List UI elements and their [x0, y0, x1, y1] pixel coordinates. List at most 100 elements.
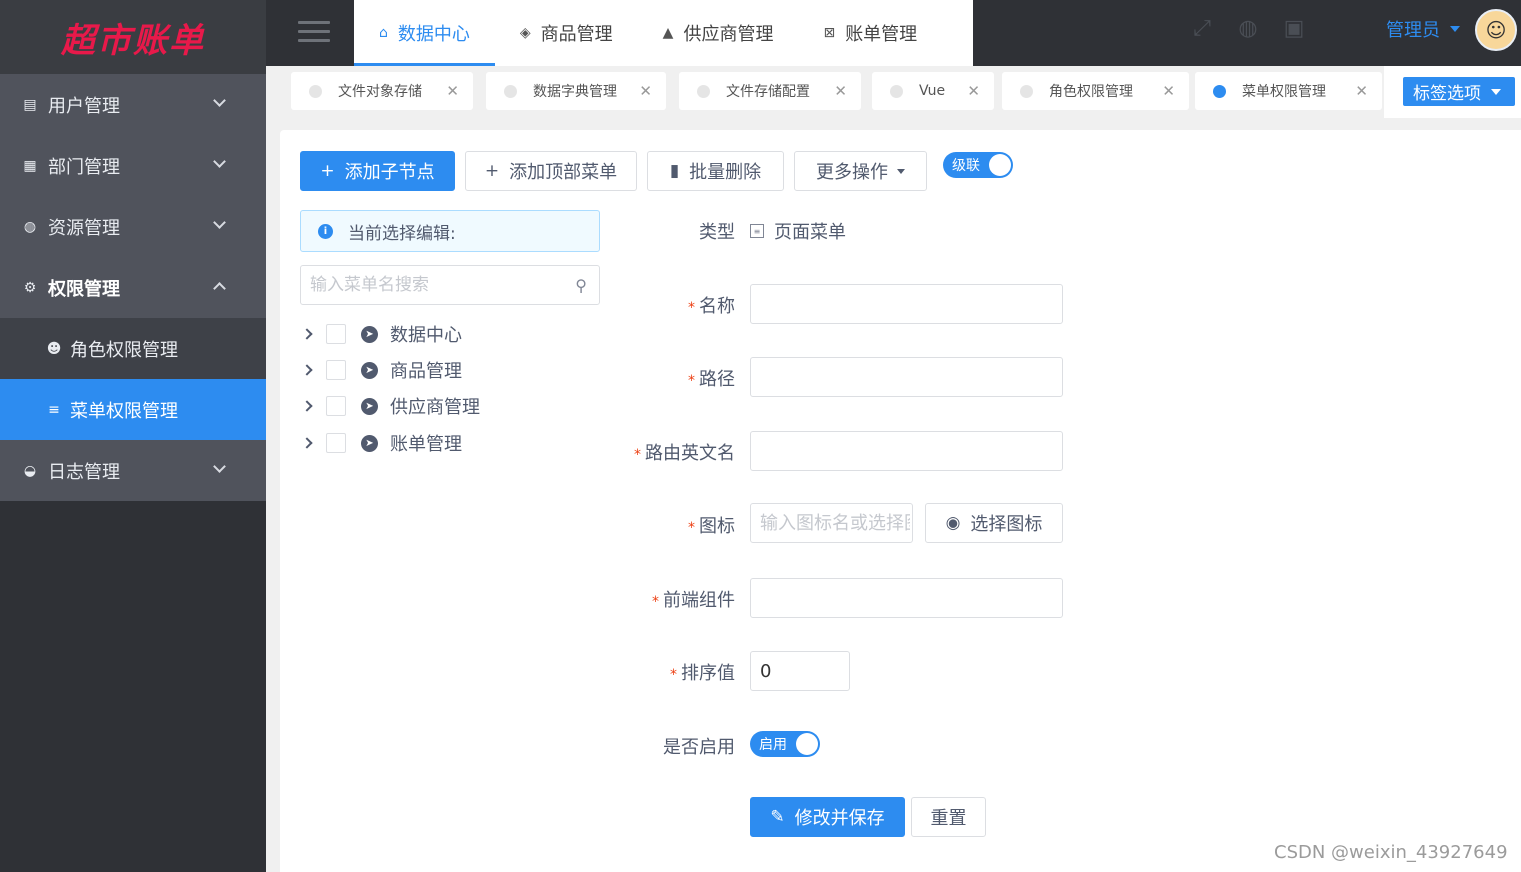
- button-label: 添加子节点: [344, 162, 435, 183]
- route-name-input[interactable]: [751, 432, 1062, 470]
- sidebar-item-log-management[interactable]: ◒ 日志管理: [0, 440, 266, 501]
- tag-options-button[interactable]: 标签选项: [1403, 77, 1515, 106]
- reset-button[interactable]: 重置: [911, 797, 986, 837]
- sidebar-item-label: 日志管理: [48, 461, 120, 483]
- sidebar-item-resource-management[interactable]: ◍ 资源管理: [0, 196, 266, 257]
- close-icon[interactable]: ✕: [967, 82, 980, 100]
- close-icon[interactable]: ✕: [446, 82, 459, 100]
- add-top-menu-button[interactable]: + 添加顶部菜单: [465, 151, 637, 191]
- close-icon[interactable]: ✕: [1162, 82, 1175, 100]
- sort-field[interactable]: [750, 651, 850, 691]
- hamburger-icon[interactable]: [298, 21, 330, 43]
- tree-node-label[interactable]: 商品管理: [390, 357, 462, 383]
- tag-item[interactable]: 数据字典管理 ✕: [486, 72, 666, 110]
- tree-node-label[interactable]: 数据中心: [390, 321, 462, 347]
- component-field[interactable]: [750, 578, 1063, 618]
- sidebar-subitem-menu-permission[interactable]: ≡ 菜单权限管理: [0, 379, 266, 440]
- batch-delete-button[interactable]: ▮ 批量删除: [647, 151, 784, 191]
- tag-item[interactable]: 文件对象存储 ✕: [291, 72, 473, 110]
- tree-node[interactable]: ➤ 商品管理: [300, 355, 462, 385]
- sidebar-subitem-label: 角色权限管理: [70, 339, 178, 361]
- cascade-toggle[interactable]: 级联: [943, 152, 1013, 178]
- enabled-toggle[interactable]: 启用: [750, 731, 820, 757]
- tree-checkbox[interactable]: [326, 324, 346, 344]
- more-actions-dropdown[interactable]: 更多操作: [794, 151, 927, 191]
- tree-node[interactable]: ➤ 数据中心: [300, 319, 462, 349]
- tag-label: 数据字典管理: [533, 84, 617, 100]
- toggle-label: 启用: [759, 737, 787, 753]
- name-field[interactable]: [750, 284, 1063, 324]
- sidebar-item-permission-management[interactable]: ⚙ 权限管理: [0, 257, 266, 318]
- route-name-field[interactable]: [750, 431, 1063, 471]
- sidebar-item-label: 资源管理: [48, 217, 120, 239]
- tag-label: Vue: [919, 83, 946, 99]
- grid-icon: ▦: [23, 157, 37, 174]
- top-tab-supplier-management[interactable]: ▲ 供应商管理: [638, 0, 799, 66]
- top-tab-product-management[interactable]: ◈ 商品管理: [495, 0, 638, 66]
- type-value: ≡ 页面菜单: [750, 218, 846, 244]
- plus-icon: +: [320, 161, 335, 181]
- icon-field[interactable]: [750, 503, 913, 543]
- close-icon[interactable]: ✕: [639, 82, 652, 100]
- alert-text: 当前选择编辑:: [348, 223, 456, 244]
- button-label: 添加顶部菜单: [509, 162, 618, 183]
- home-icon: ⌂: [379, 25, 388, 41]
- tree-node-label[interactable]: 供应商管理: [390, 393, 480, 419]
- path-field[interactable]: [750, 357, 1063, 397]
- avatar[interactable]: ☺: [1475, 9, 1517, 51]
- component-input[interactable]: [751, 579, 1062, 617]
- tree-checkbox[interactable]: [326, 396, 346, 416]
- sidebar-item-department-management[interactable]: ▦ 部门管理: [0, 135, 266, 196]
- path-input[interactable]: [751, 358, 1062, 396]
- app-logo[interactable]: 超市账单: [0, 0, 266, 74]
- trash-icon: ▮: [669, 161, 680, 181]
- icon-input[interactable]: [751, 504, 912, 542]
- top-tab-bill-management[interactable]: ⊠ 账单管理: [798, 0, 942, 66]
- tree-checkbox[interactable]: [326, 433, 346, 453]
- save-button[interactable]: ✎ 修改并保存: [750, 797, 905, 837]
- menu-search-field[interactable]: ⚲: [300, 265, 600, 305]
- tag-dot: [890, 84, 903, 98]
- close-icon[interactable]: ✕: [834, 82, 847, 100]
- expand-arrow-icon[interactable]: [301, 328, 313, 340]
- type-label: 类型: [699, 222, 735, 243]
- user-dropdown[interactable]: 管理员: [1386, 16, 1460, 42]
- sidebar-menu: ▤ 用户管理 ▦ 部门管理 ◍ 资源管理 ⚙ 权限管理 ☻ 角色权限管理 ≡ 菜…: [0, 74, 266, 501]
- tag-item[interactable]: 角色权限管理 ✕: [1002, 72, 1189, 110]
- tag-item[interactable]: 文件存储配置 ✕: [679, 72, 861, 110]
- fullscreen-icon[interactable]: ⤢: [1188, 16, 1216, 41]
- menu-search-input[interactable]: [301, 266, 551, 304]
- sort-input[interactable]: [751, 652, 849, 690]
- list-icon: ≡: [48, 401, 60, 418]
- watermark: CSDN @weixin_43927649: [1274, 842, 1508, 863]
- expand-arrow-icon[interactable]: [301, 437, 313, 449]
- add-child-node-button[interactable]: + 添加子节点: [300, 151, 455, 191]
- tree-node[interactable]: ➤ 供应商管理: [300, 391, 480, 421]
- tag-item-active[interactable]: 菜单权限管理 ✕: [1195, 72, 1382, 110]
- sidebar-subitem-role-permission[interactable]: ☻ 角色权限管理: [0, 318, 266, 379]
- tree-node-label[interactable]: 账单管理: [390, 430, 462, 456]
- tree-node[interactable]: ➤ 账单管理: [300, 428, 462, 458]
- expand-arrow-icon[interactable]: [301, 364, 313, 376]
- top-tab-label: 供应商管理: [683, 24, 774, 45]
- chevron-down-icon: [213, 216, 226, 229]
- globe-icon[interactable]: ◍: [1234, 16, 1262, 41]
- expand-arrow-icon[interactable]: [301, 400, 313, 412]
- tag-item[interactable]: Vue ✕: [872, 72, 994, 110]
- sort-label: * 排序值: [670, 663, 735, 684]
- top-tab-data-center[interactable]: ⌂ 数据中心: [354, 0, 495, 66]
- tree-checkbox[interactable]: [326, 360, 346, 380]
- tag-dot: [1020, 84, 1033, 98]
- name-input[interactable]: [751, 285, 1062, 323]
- search-icon[interactable]: ⚲: [575, 276, 587, 295]
- chevron-down-icon: [213, 94, 226, 107]
- sidebar-item-user-management[interactable]: ▤ 用户管理: [0, 74, 266, 135]
- select-icon-button[interactable]: ◉ 选择图标: [925, 503, 1063, 543]
- component-label: * 前端组件: [652, 590, 735, 611]
- close-icon[interactable]: ✕: [1355, 82, 1368, 100]
- pie-icon: ◒: [23, 462, 37, 479]
- button-label: 修改并保存: [794, 808, 885, 829]
- navigation-icon: ➤: [361, 397, 378, 415]
- lock-icon[interactable]: ▣: [1280, 16, 1308, 41]
- current-selection-alert: i 当前选择编辑:: [300, 210, 600, 252]
